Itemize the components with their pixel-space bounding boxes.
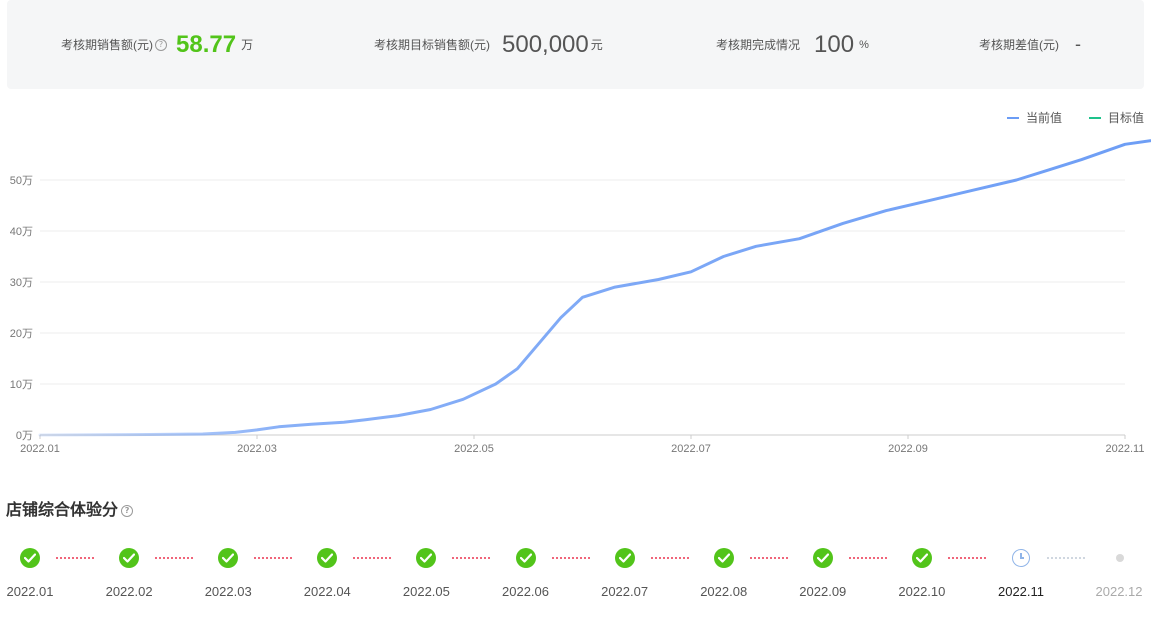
score-section-title: 店铺综合体验分? (6, 496, 134, 520)
timeline-node-2022.09[interactable] (812, 548, 833, 568)
legend-label: 目标值 (1108, 110, 1144, 125)
timeline-connector (155, 557, 194, 559)
check-icon (812, 548, 833, 568)
timeline-month-label: 2022.02 (105, 584, 153, 599)
timeline-month-label: 2022.11 (997, 584, 1045, 599)
timeline-month-label: 2022.06 (502, 584, 549, 599)
timeline-month-label: 2022.05 (402, 584, 450, 599)
x-tick-label: 2022.09 (888, 443, 928, 455)
timeline-month-label: 2022.09 (799, 584, 847, 599)
x-tick-label: 2022.05 (454, 443, 494, 455)
kpi-summary-panel: 考核期销售额(元) ? 58.77 万 考核期目标销售额(元) 500,000 … (7, 0, 1144, 89)
timeline-connector (848, 557, 887, 559)
sales-stat: 考核期销售额(元) ? 58.77 万 (61, 0, 253, 89)
check-icon (119, 548, 140, 568)
timeline-connector (551, 557, 590, 559)
completion-unit: % (859, 38, 869, 51)
timeline-connector (452, 557, 491, 559)
timeline-connector (749, 557, 788, 559)
timeline-node-2022.08[interactable] (713, 548, 734, 568)
score-title-text: 店铺综合体验分 (6, 502, 119, 519)
check-icon (218, 548, 239, 568)
target-label: 考核期目标销售额(元) (374, 38, 490, 52)
diff-label: 考核期差值(元) (979, 38, 1059, 52)
timeline-connector (353, 557, 392, 559)
y-tick-label: 40万 (10, 226, 33, 238)
sales-help-icon[interactable]: ? (155, 38, 167, 51)
y-tick-label: 0万 (16, 430, 33, 442)
diff-value: - (1075, 34, 1081, 54)
timeline-node-2022.04[interactable] (317, 548, 338, 568)
sales-value: 58.77 (176, 30, 237, 58)
sales-label: 考核期销售额(元) (61, 38, 153, 52)
target-unit: 元 (590, 38, 603, 52)
timeline-node-2022.07[interactable] (614, 548, 635, 568)
check-icon (20, 548, 40, 568)
target-value: 500,000 (502, 30, 589, 58)
check-icon (515, 548, 536, 568)
y-tick-label: 10万 (10, 379, 33, 391)
x-tick-label: 2022.11 (1106, 443, 1145, 455)
check-icon (416, 548, 437, 568)
legend-label: 当前值 (1026, 110, 1062, 125)
completion-stat: 考核期完成情况 100 % (716, 0, 869, 89)
y-tick-label: 20万 (10, 328, 33, 340)
timeline-month-label: 2022.08 (700, 584, 748, 599)
timeline-node-2022.12[interactable] (1110, 548, 1130, 568)
y-tick-label: 30万 (10, 277, 33, 289)
timeline-node-2022.06[interactable] (515, 548, 536, 568)
timeline-connector (1047, 557, 1085, 559)
y-tick-label: 50万 (10, 175, 33, 187)
timeline-month-label: 2022.07 (601, 584, 649, 599)
x-tick-label: 2022.07 (671, 443, 711, 455)
clock-icon (1012, 549, 1030, 567)
completion-label: 考核期完成情况 (716, 38, 801, 52)
timeline-connector (947, 557, 986, 559)
timeline-node-2022.03[interactable] (218, 548, 239, 568)
timeline-connector (650, 557, 689, 559)
timeline-month-label: 2022.10 (898, 584, 946, 599)
diff-stat: 考核期差值(元) - (979, 0, 1081, 89)
x-tick-label: 2022.01 (20, 443, 60, 455)
timeline-month-label: 2022.12 (1095, 584, 1143, 599)
timeline-month-label: 2022.03 (204, 584, 252, 599)
check-icon (614, 548, 635, 568)
timeline-node-2022.02[interactable] (119, 548, 140, 568)
check-icon (713, 548, 734, 568)
target-stat: 考核期目标销售额(元) 500,000 元 (374, 0, 603, 89)
x-tick-label: 2022.03 (237, 443, 277, 455)
timeline-connector (254, 557, 293, 559)
score-help-icon[interactable]: ? (121, 504, 134, 517)
timeline-node-2022.10[interactable] (911, 548, 932, 568)
future-dot-icon (1116, 554, 1125, 562)
sales-progress-chart: 0万 10万 20万 30万 40万 50万 2022.01 2022.03 2022.05 20… (10, 110, 1151, 455)
timeline-month-label: 2022.01 (6, 584, 54, 599)
check-icon (317, 548, 338, 568)
timeline-node-2022.11[interactable] (1011, 548, 1031, 568)
timeline-connector (56, 557, 94, 559)
check-icon (911, 548, 932, 568)
timeline-node-2022.05[interactable] (416, 548, 437, 568)
timeline-month-label: 2022.04 (303, 584, 351, 599)
sales-unit: 万 (241, 38, 254, 52)
completion-value: 100 (814, 30, 855, 58)
timeline-node-2022.01[interactable] (20, 548, 40, 568)
